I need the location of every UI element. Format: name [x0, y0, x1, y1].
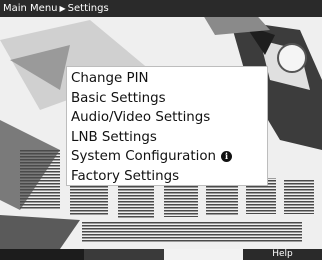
- menu-item-system-configuration[interactable]: System Configuration i: [67, 147, 267, 167]
- breadcrumb-current: Settings: [67, 3, 109, 14]
- menu-item-basic-settings[interactable]: Basic Settings: [67, 89, 267, 109]
- menu-item-lnb-settings[interactable]: LNB Settings: [67, 128, 267, 148]
- help-button[interactable]: Help: [243, 249, 322, 260]
- menu-item-audio-video-settings[interactable]: Audio/Video Settings: [67, 108, 267, 128]
- menu-item-factory-settings[interactable]: Factory Settings: [67, 167, 267, 187]
- green-key-button[interactable]: [84, 249, 164, 260]
- menu-item-label: System Configuration: [71, 149, 217, 164]
- menu-item-label: Change PIN: [71, 71, 149, 86]
- menu-item-label: LNB Settings: [71, 129, 157, 145]
- menu-item-label: Audio/Video Settings: [71, 110, 211, 125]
- settings-screen: Main Menu ▶ Settings Change PIN Basic Sett…: [0, 0, 322, 260]
- info-icon: i: [221, 151, 233, 162]
- triangle-right-icon: ▶: [59, 4, 66, 13]
- tagline-lettering: [82, 222, 302, 242]
- menu-item-label: Factory Settings: [71, 168, 180, 184]
- menu-item-label: Basic Settings: [71, 90, 166, 106]
- breadcrumb-root[interactable]: Main Menu: [3, 3, 58, 14]
- yellow-key-button[interactable]: [164, 249, 243, 260]
- menu-item-change-pin[interactable]: Change PIN: [67, 69, 267, 89]
- breadcrumb: Main Menu ▶ Settings: [0, 0, 322, 17]
- function-key-bar: Help: [0, 249, 322, 260]
- red-key-button[interactable]: [0, 249, 84, 260]
- settings-menu: Change PIN Basic Settings Audio/Video Se…: [66, 66, 268, 186]
